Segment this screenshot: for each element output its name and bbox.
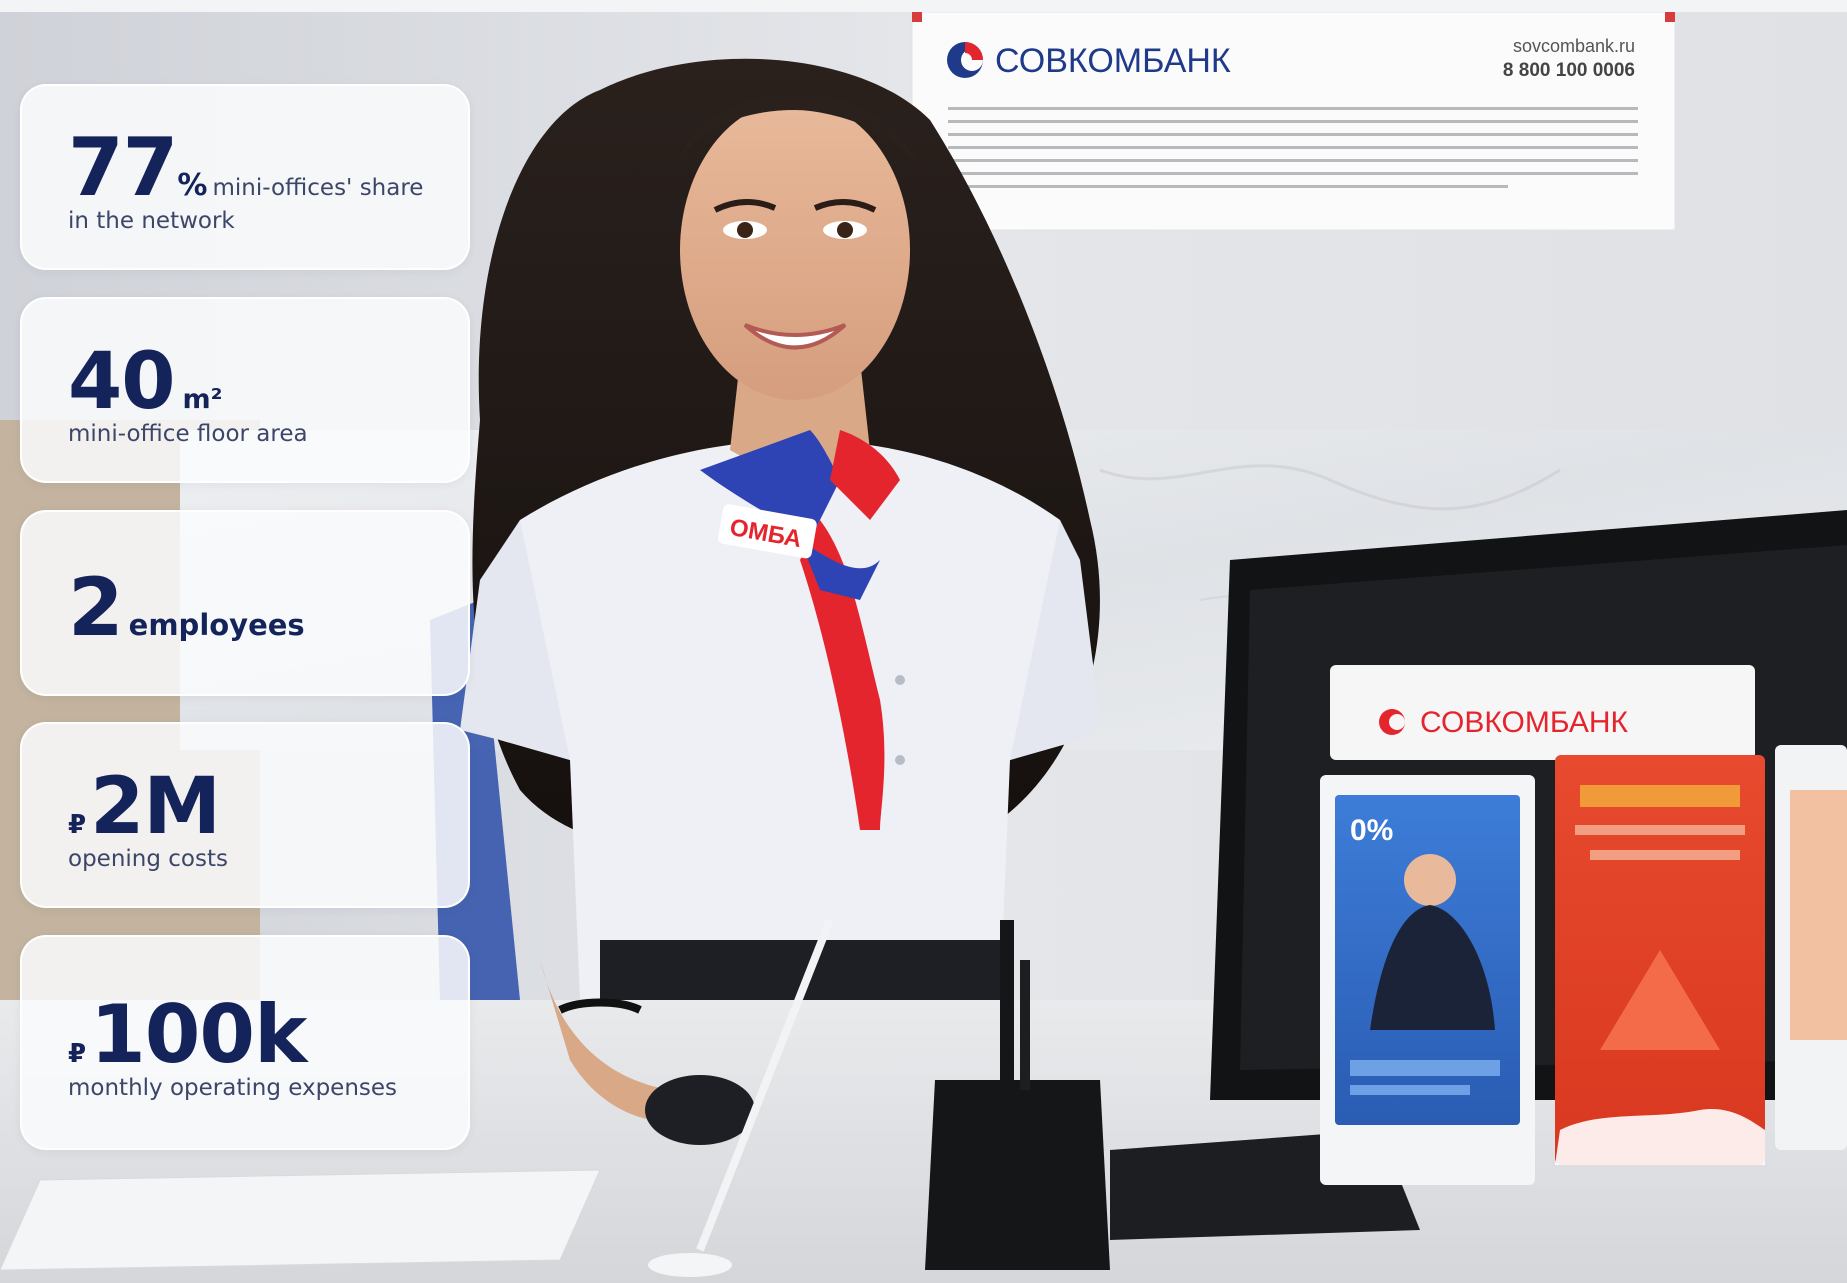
wall-sign: СОВКОМБАНК sovcombank.ru 8 800 100 0006 — [911, 11, 1676, 231]
stat-card-opening-costs: ₽2M opening costs — [20, 722, 470, 908]
stat-value: 40 — [68, 337, 176, 427]
top-strip — [0, 0, 1847, 12]
stat-caption: opening costs — [68, 846, 228, 872]
stat-value: 2 — [68, 561, 124, 654]
stat-value: 77 — [68, 121, 178, 214]
currency-symbol: ₽ — [68, 1039, 87, 1069]
sign-phone-text: 8 800 100 0006 — [1503, 60, 1635, 81]
currency-symbol: ₽ — [68, 810, 87, 840]
stat-card-network-share: 77% mini-offices' share in the network — [20, 84, 470, 270]
stat-card-floor-area: 40 m² mini-office floor area — [20, 297, 470, 483]
stat-value: 100k — [90, 988, 307, 1081]
stand-brand-text: СОВКОМБАНК — [1420, 706, 1629, 739]
stat-value: 2M — [90, 762, 221, 852]
stat-card-employees: 2 employees — [20, 510, 470, 696]
stat-unit: % — [177, 168, 208, 203]
stat-card-operating-expenses: ₽100k monthly operating expenses — [20, 935, 470, 1150]
sign-site-text: sovcombank.ru — [1513, 36, 1635, 56]
stat-caption: mini-office floor area — [68, 421, 308, 447]
stat-unit: m² — [182, 384, 223, 415]
stat-caption: employees — [128, 608, 305, 642]
stat-caption: monthly operating expenses — [68, 1075, 398, 1101]
flyer-badge-text: 0% — [1350, 814, 1393, 847]
sign-brand-text: СОВКОМБАНК — [995, 42, 1231, 80]
